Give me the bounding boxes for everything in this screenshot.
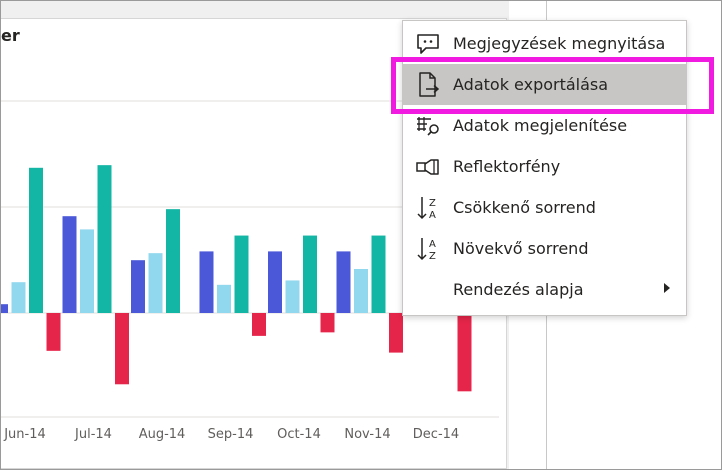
menu-item-label: Növekvő sorrend (453, 239, 589, 258)
menu-item-export-data[interactable]: Adatok exportálása (403, 64, 686, 105)
spotlight-icon (403, 146, 453, 187)
menu-item-label: Adatok exportálása (453, 75, 609, 94)
visual-context-menu: Megjegyzések megnyitása Adatok exportálá… (402, 20, 687, 316)
x-tick-label: Oct-14 (277, 427, 321, 442)
show-data-icon (403, 105, 453, 146)
bar-jun-14-s4[interactable] (46, 313, 61, 351)
menu-item-label: Rendezés alapja (453, 280, 584, 299)
bar-sep-14-s3[interactable] (234, 235, 249, 313)
menu-item-show-data[interactable]: Adatok megjelenítése (403, 105, 686, 146)
menu-item-sort-ascending[interactable]: A Z Növekvő sorrend (403, 228, 686, 269)
bar-jun-14-s1[interactable] (1, 304, 8, 313)
menu-item-label: Megjegyzések megnyitása (453, 34, 666, 53)
x-tick-label: Aug-14 (139, 427, 186, 442)
svg-text:Z: Z (429, 198, 436, 209)
bar-jul-14-s1[interactable] (62, 216, 77, 313)
x-tick-label: Jun-14 (3, 427, 46, 442)
bar-aug-14-s1[interactable] (131, 260, 145, 313)
bar-sep-14-s1[interactable] (199, 251, 214, 313)
menu-item-label: Adatok megjelenítése (453, 116, 628, 135)
menu-item-spotlight[interactable]: Reflektorfény (403, 146, 686, 187)
x-tick-label: Dec-14 (413, 427, 459, 442)
bar-aug-14-s3[interactable] (166, 209, 180, 313)
svg-text:A: A (429, 210, 436, 221)
menu-item-label: Reflektorfény (453, 157, 561, 176)
svg-text:Z: Z (429, 251, 436, 262)
bar-jul-14-s2[interactable] (80, 229, 94, 313)
bar-nov-14-s1[interactable] (336, 251, 351, 313)
bar-oct-14-s2[interactable] (285, 280, 300, 313)
bar-oct-14-s1[interactable] (268, 251, 282, 313)
bar-oct-14-s4[interactable] (320, 313, 335, 333)
bar-jun-14-s3[interactable] (29, 167, 43, 313)
menu-item-label: Csökkenő sorrend (453, 198, 596, 217)
chevron-right-icon (664, 283, 670, 293)
menu-item-sort-descending[interactable]: Z A Csökkenő sorrend (403, 187, 686, 228)
export-data-icon (403, 64, 453, 105)
x-tick-label: Sep-14 (208, 427, 254, 442)
sort-descending-icon: Z A (403, 187, 453, 228)
bar-jul-14-s3[interactable] (97, 165, 112, 313)
bar-jul-14-s4[interactable] (115, 313, 129, 385)
comment-icon (403, 23, 453, 64)
menu-item-open-comments[interactable]: Megjegyzések megnyitása (403, 23, 686, 64)
screenshot-frame: er Jun-14 Jul-14 Aug-14 Sep-14 Oct-14 Nov-14 D… (0, 0, 722, 470)
svg-text:A: A (429, 239, 436, 250)
bar-sep-14-s4[interactable] (252, 313, 266, 336)
x-tick-label: Nov-14 (344, 427, 390, 442)
bar-nov-14-s2[interactable] (354, 269, 368, 313)
bar-nov-14-s4[interactable] (389, 313, 403, 353)
bar-jun-14-s2[interactable] (11, 282, 26, 313)
menu-item-sort-by[interactable]: Rendezés alapja (403, 269, 686, 310)
bar-aug-14-s2[interactable] (148, 253, 163, 313)
bar-sep-14-s2[interactable] (217, 284, 231, 313)
bar-oct-14-s3[interactable] (303, 235, 317, 313)
sort-ascending-icon: A Z (403, 228, 453, 269)
bar-nov-14-s3[interactable] (371, 235, 386, 313)
x-tick-label: Jul-14 (74, 427, 112, 442)
bar-dec-14-s4[interactable] (457, 313, 472, 392)
